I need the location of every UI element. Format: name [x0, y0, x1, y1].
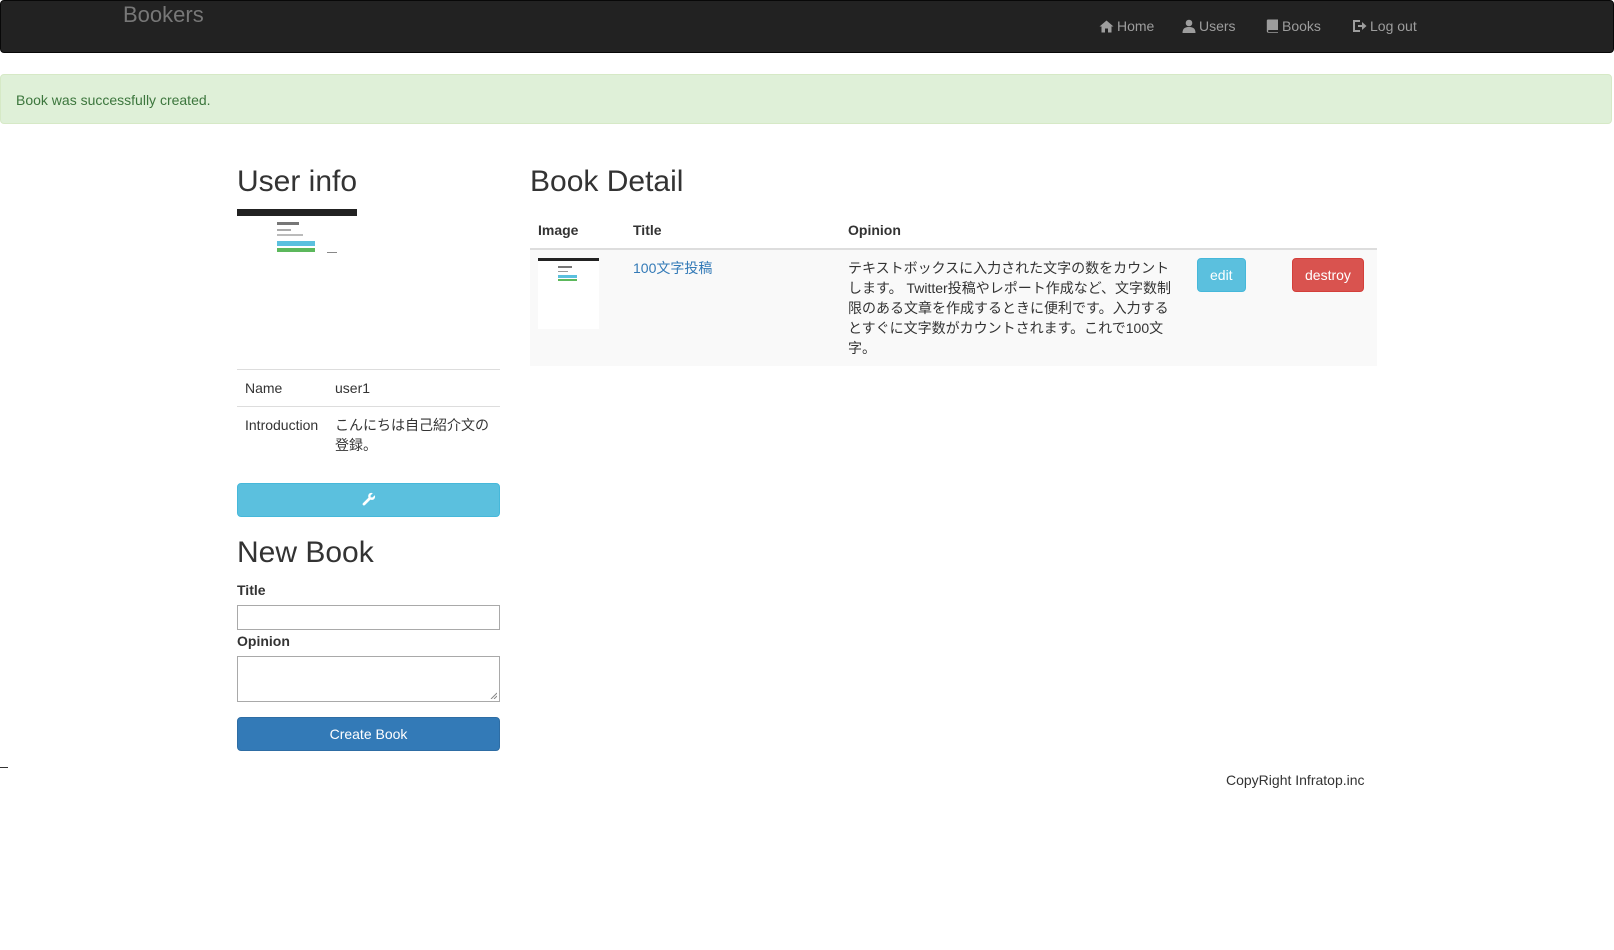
column-header-opinion: Opinion [840, 212, 1189, 250]
resize-handle-icon[interactable] [490, 692, 497, 699]
edit-user-button[interactable] [237, 483, 500, 517]
book-title-cell: 100文字投稿 [625, 249, 840, 366]
book-detail-table: Image Title Opinion 100文字投稿 テキストボックスに入力さ… [530, 212, 1377, 366]
column-header-image: Image [530, 212, 625, 250]
introduction-value: こんにちは自己紹介文の登録。 [327, 406, 500, 463]
column-header-title: Title [625, 212, 840, 250]
create-book-button[interactable]: Create Book [237, 717, 500, 751]
success-alert: Book was successfully created. [0, 74, 1612, 124]
introduction-label: Introduction [237, 406, 327, 463]
table-row: Introduction こんにちは自己紹介文の登録。 [237, 406, 500, 463]
alert-message: Book was successfully created. [16, 92, 211, 108]
book-image-cell [530, 249, 625, 366]
name-label: Name [237, 369, 327, 407]
table-row: 100文字投稿 テキストボックスに入力された文字の数をカウントします。 Twit… [530, 249, 1377, 366]
edit-button[interactable]: edit [1197, 258, 1246, 292]
book-detail-heading: Book Detail [530, 165, 684, 198]
divider [0, 767, 8, 768]
column-header-destroy [1284, 212, 1377, 250]
book-icon [1266, 19, 1279, 33]
book-opinion: テキストボックスに入力された文字の数をカウントします。 Twitter投稿やレポ… [840, 249, 1189, 366]
title-label: Title [237, 582, 266, 598]
user-info-heading: User info [237, 165, 358, 198]
log-out-icon [1352, 19, 1367, 33]
nav-item-home[interactable]: Home [1099, 16, 1154, 36]
title-input[interactable] [237, 605, 500, 630]
book-image [538, 258, 599, 329]
opinion-label: Opinion [237, 633, 290, 649]
profile-image [237, 209, 357, 255]
nav-item-books[interactable]: Books [1266, 16, 1321, 36]
destroy-button[interactable]: destroy [1292, 258, 1364, 292]
nav-item-log-out[interactable]: Log out [1352, 16, 1417, 36]
nav-item-label: Users [1199, 18, 1236, 34]
wrench-icon [362, 492, 376, 509]
user-info-table: Name user1 Introduction こんにちは自己紹介文の登録。 [237, 369, 500, 463]
table-header-row: Image Title Opinion [530, 212, 1377, 250]
user-icon [1182, 19, 1196, 33]
opinion-textarea[interactable] [237, 656, 500, 702]
book-title-link[interactable]: 100文字投稿 [633, 260, 712, 276]
nav-item-label: Home [1117, 18, 1155, 34]
book-edit-cell: edit [1189, 249, 1284, 366]
column-header-edit [1189, 212, 1284, 250]
book-destroy-cell: destroy [1284, 249, 1377, 366]
table-row: Name user1 [237, 369, 500, 407]
footer-copyright: CopyRight Infratop.inc [1226, 772, 1365, 788]
home-icon [1099, 20, 1114, 33]
new-book-heading: New Book [237, 536, 374, 569]
nav-item-users[interactable]: Users [1182, 16, 1236, 36]
nav-item-label: Books [1282, 18, 1321, 34]
navbar-brand[interactable]: Bookers [123, 2, 204, 28]
nav-item-label: Log out [1370, 18, 1417, 34]
name-value: user1 [327, 369, 500, 407]
